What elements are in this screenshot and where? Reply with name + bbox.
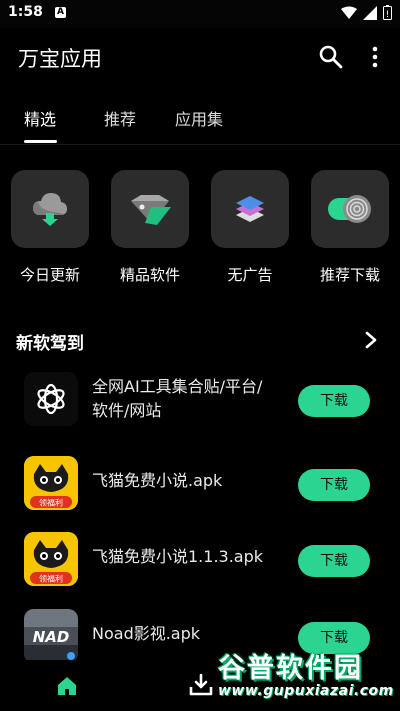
tab-featured[interactable]: 精选 [24, 106, 56, 130]
download-button[interactable]: 下载 [298, 385, 370, 417]
chevron-right-icon[interactable] [364, 330, 378, 350]
app-name: Noad影视.apk [92, 624, 201, 643]
app-thumb [24, 372, 78, 426]
battery-icon: ! [383, 5, 392, 20]
search-icon[interactable] [318, 44, 344, 70]
category-recommended-downloads[interactable]: 推荐下载 [311, 170, 389, 285]
category-label: 推荐下载 [319, 266, 380, 284]
download-button[interactable]: 下载 [298, 545, 370, 577]
app-name: 飞猫免费小说.apk [92, 471, 223, 490]
category-today-update[interactable]: 今日更新 [11, 170, 89, 285]
app-thumb: 领福利 [24, 456, 78, 510]
wifi-icon [341, 6, 357, 19]
category-label: 无广告 [227, 266, 273, 284]
app-bar: 万宝应用 [0, 28, 400, 90]
category-tile[interactable] [311, 170, 389, 248]
gem-icon [131, 195, 171, 225]
watermark: 谷普软件园 www.gupuxiazai.com [218, 646, 398, 708]
section-title: 新软驾到 [16, 334, 84, 354]
svg-text:!: ! [386, 10, 390, 20]
app-thumb: 领福利 [24, 532, 78, 586]
list-item[interactable]: 领福利 飞猫免费小说.apk 下载 [0, 449, 400, 523]
app-name-line: 全网AI工具集合贴/平台/ [92, 377, 263, 396]
download-tray-icon[interactable] [188, 672, 214, 698]
app-name-line: 软件/网站 [92, 401, 162, 420]
cat-app-icon: 领福利 [24, 532, 78, 586]
category-tile[interactable] [111, 170, 189, 248]
category-label: 今日更新 [19, 266, 80, 284]
app-thumb: NAD [24, 609, 78, 663]
status-icons: ! [341, 5, 392, 20]
list-item[interactable]: 领福利 飞猫免费小说1.1.3.apk 下载 [0, 525, 400, 599]
layers-icon [236, 196, 264, 222]
cat-app-icon: 领福利 [24, 456, 78, 510]
category-tile[interactable] [11, 170, 89, 248]
tab-recommended[interactable]: 推荐 [104, 106, 136, 130]
openai-logo-icon [37, 383, 65, 415]
toggle-icon [328, 195, 371, 223]
watermark-title: 谷普软件园 [218, 653, 363, 684]
signal-icon [363, 5, 377, 20]
watermark-url: www.gupuxiazai.com [218, 683, 394, 699]
tab-indicator [24, 140, 57, 143]
status-bar: 1:58 A ! [0, 0, 400, 28]
app-title: 万宝应用 [18, 47, 102, 71]
status-time: 1:58 [8, 4, 43, 20]
badge-text: NAD [33, 628, 70, 646]
list-item[interactable]: 全网AI工具集合贴/平台/ 软件/网站 下载 [0, 365, 400, 439]
download-button[interactable]: 下载 [298, 469, 370, 501]
tab-app-collections[interactable]: 应用集 [175, 106, 223, 130]
category-tile[interactable] [211, 170, 289, 248]
noad-app-icon: NAD [24, 609, 78, 663]
tab-bar: 精选 推荐 应用集 [0, 90, 400, 145]
category-premium-software[interactable]: 精品软件 [111, 170, 189, 285]
app-name: 全网AI工具集合贴/平台/ 软件/网站 [92, 375, 262, 423]
category-label: 精品软件 [119, 266, 180, 284]
home-icon[interactable] [55, 674, 79, 698]
badge-text: 领福利 [39, 498, 63, 508]
more-vert-icon[interactable] [366, 44, 384, 70]
category-no-ads[interactable]: 无广告 [211, 170, 289, 285]
notification-icon: A [55, 7, 66, 18]
badge-text: 领福利 [39, 574, 63, 584]
category-row: 今日更新 精品软件 无广告 推荐下载 [0, 170, 400, 290]
app-name: 飞猫免费小说1.1.3.apk [92, 547, 264, 566]
cloud-download-icon [33, 193, 67, 226]
